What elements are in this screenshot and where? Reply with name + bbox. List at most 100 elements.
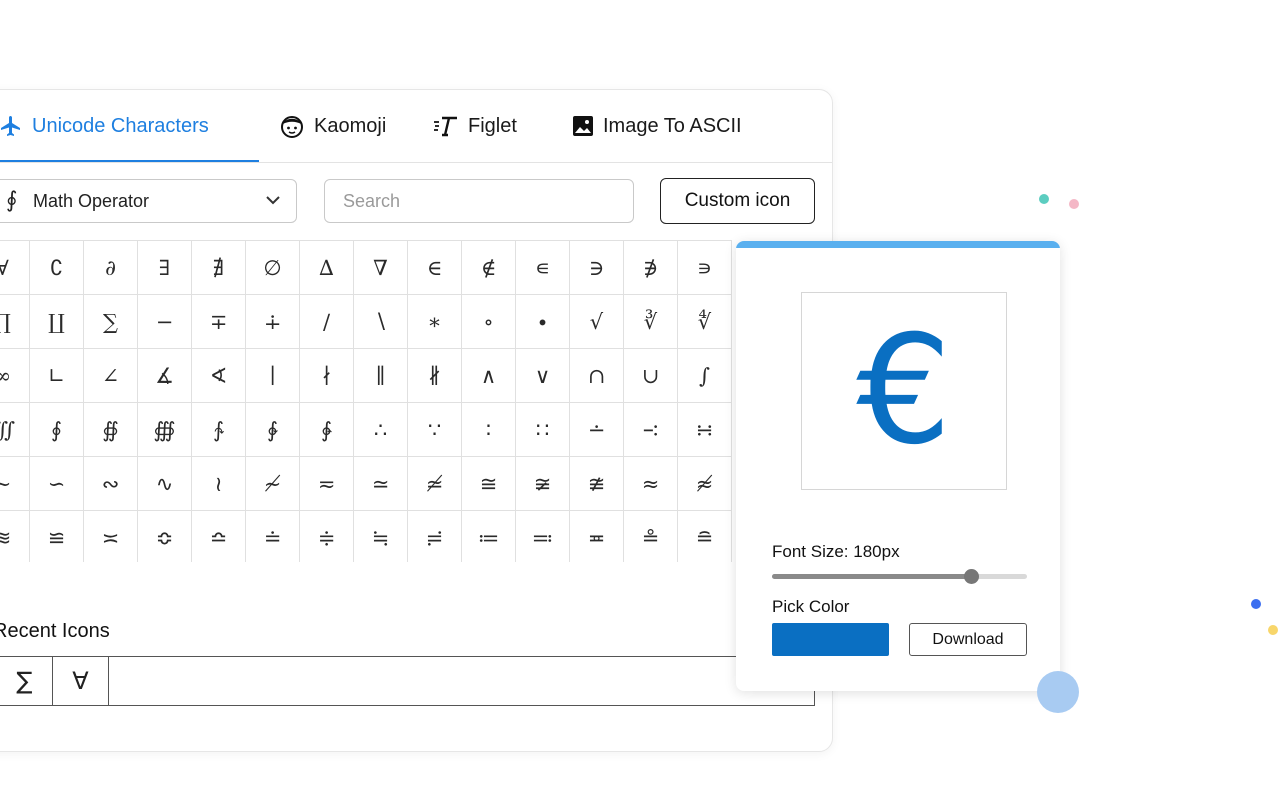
symbol-cell[interactable]: ∯ — [83, 402, 138, 457]
symbol-cell[interactable]: ≒ — [353, 510, 408, 562]
slider-thumb[interactable] — [963, 569, 979, 584]
symbol-cell[interactable]: ≐ — [245, 510, 300, 562]
symbol-cell[interactable]: ∢ — [191, 348, 246, 403]
symbol-cell[interactable]: ∟ — [29, 348, 84, 403]
recent-icon[interactable]: ∑ — [0, 657, 53, 705]
tab-label: Kaomoji — [314, 114, 387, 137]
font-size-slider[interactable] — [772, 569, 1027, 584]
recent-icon[interactable]: ∀ — [53, 657, 109, 705]
symbol-cell[interactable]: ≖ — [569, 510, 624, 562]
symbol-cell[interactable]: ∄ — [191, 240, 246, 295]
symbol-cell[interactable]: ∑ — [83, 294, 138, 349]
symbol-cell[interactable]: ∀ — [0, 240, 30, 295]
symbol-cell[interactable]: ∓ — [191, 294, 246, 349]
symbol-cell[interactable]: ∷ — [515, 402, 570, 457]
symbol-cell[interactable]: ∍ — [677, 240, 732, 295]
symbol-cell[interactable]: ≌ — [29, 510, 84, 562]
symbol-cell[interactable]: ∳ — [299, 402, 354, 457]
category-select[interactable]: ∮ Math Operator — [0, 179, 297, 223]
symbol-cell[interactable]: ≓ — [407, 510, 462, 562]
symbol-cell[interactable]: ∲ — [245, 402, 300, 457]
symbol-table: ∀ ∁ ∂ ∃ ∄ ∅ ∆ ∇ ∈ ∉ ∊ ∋ ∌ ∍ ∏ ∐ ∑ − ∓ ∔ ∕ ∖ ∗ ∘ ∙ √ ∛ ∜ ∞ ∟ ∠ ∡ ∢ ∣ ∤ ∥ ∦ ∧ ∨ ∩… — [0, 240, 732, 562]
symbol-cell[interactable]: ∭ — [0, 402, 30, 457]
symbol-cell[interactable]: ∿ — [137, 456, 192, 511]
decor-dot — [1251, 599, 1261, 609]
symbol-cell[interactable]: ∂ — [83, 240, 138, 295]
symbol-cell[interactable]: ∾ — [83, 456, 138, 511]
symbol-cell[interactable]: ≂ — [299, 456, 354, 511]
symbol-cell[interactable]: ∆ — [299, 240, 354, 295]
symbol-cell[interactable]: ∊ — [515, 240, 570, 295]
symbol-cell[interactable]: ∃ — [137, 240, 192, 295]
symbol-cell[interactable]: ∙ — [515, 294, 570, 349]
symbol-cell[interactable]: ≅ — [461, 456, 516, 511]
symbol-cell[interactable]: ∡ — [137, 348, 192, 403]
symbol-cell[interactable]: ∈ — [407, 240, 462, 295]
symbol-cell[interactable]: ∉ — [461, 240, 516, 295]
symbol-cell[interactable]: ∋ — [569, 240, 624, 295]
symbol-cell[interactable]: ∁ — [29, 240, 84, 295]
symbol-cell[interactable]: ≉ — [677, 456, 732, 511]
symbol-cell[interactable]: ∇ — [353, 240, 408, 295]
symbol-cell[interactable]: ∪ — [623, 348, 678, 403]
symbol-cell[interactable]: √ — [569, 294, 624, 349]
symbol-cell[interactable]: ∶ — [461, 402, 516, 457]
download-button[interactable]: Download — [909, 623, 1027, 656]
symbol-cell[interactable]: ∤ — [299, 348, 354, 403]
symbol-cell[interactable]: ∕ — [299, 294, 354, 349]
tab-figlet[interactable]: Figlet — [433, 90, 517, 162]
symbol-cell[interactable]: ∴ — [353, 402, 408, 457]
tab-kaomoji[interactable]: Kaomoji — [279, 90, 386, 162]
symbol-cell[interactable]: ≔ — [461, 510, 516, 562]
symbol-cell[interactable]: ≃ — [353, 456, 408, 511]
symbol-cell[interactable]: ∞ — [0, 348, 30, 403]
symbol-cell[interactable]: ∫ — [677, 348, 732, 403]
symbol-cell[interactable]: ∵ — [407, 402, 462, 457]
symbol-cell[interactable]: ∠ — [83, 348, 138, 403]
symbol-cell[interactable]: ≎ — [137, 510, 192, 562]
symbol-cell[interactable]: ≗ — [623, 510, 678, 562]
symbol-cell[interactable]: ∩ — [569, 348, 624, 403]
symbol-cell[interactable]: ∧ — [461, 348, 516, 403]
symbol-cell[interactable]: − — [137, 294, 192, 349]
symbol-cell[interactable]: ∣ — [245, 348, 300, 403]
custom-icon-button[interactable]: Custom icon — [660, 178, 815, 224]
symbol-cell[interactable]: ≕ — [515, 510, 570, 562]
symbol-cell[interactable]: ∖ — [353, 294, 408, 349]
symbol-cell[interactable]: ∌ — [623, 240, 678, 295]
symbol-cell[interactable]: ∛ — [623, 294, 678, 349]
symbol-cell[interactable]: ∮ — [29, 402, 84, 457]
tab-image-to-ascii[interactable]: Image To ASCII — [572, 90, 742, 162]
tab-unicode-characters[interactable]: Unicode Characters — [0, 90, 209, 162]
symbol-cell[interactable]: ∹ — [623, 402, 678, 457]
color-picker-swatch[interactable] — [772, 623, 889, 656]
symbol-cell[interactable]: ∦ — [407, 348, 462, 403]
symbol-cell[interactable]: ≏ — [191, 510, 246, 562]
symbol-cell[interactable]: ∨ — [515, 348, 570, 403]
symbol-cell[interactable]: ≇ — [569, 456, 624, 511]
symbol-cell[interactable]: ≄ — [407, 456, 462, 511]
symbol-cell[interactable]: ∺ — [677, 402, 732, 457]
symbol-cell[interactable]: ≋ — [0, 510, 30, 562]
symbol-cell[interactable]: ∥ — [353, 348, 408, 403]
symbol-cell[interactable]: ∜ — [677, 294, 732, 349]
symbol-cell[interactable]: ∔ — [245, 294, 300, 349]
symbol-cell[interactable]: ∸ — [569, 402, 624, 457]
symbol-cell[interactable]: ∅ — [245, 240, 300, 295]
symbol-cell[interactable]: ≈ — [623, 456, 678, 511]
symbol-cell[interactable]: ∏ — [0, 294, 30, 349]
symbol-cell[interactable]: ∱ — [191, 402, 246, 457]
symbol-cell[interactable]: ∗ — [407, 294, 462, 349]
symbol-cell[interactable]: ∼ — [0, 456, 30, 511]
symbol-cell[interactable]: ∽ — [29, 456, 84, 511]
symbol-cell[interactable]: ≍ — [83, 510, 138, 562]
symbol-cell[interactable]: ≀ — [191, 456, 246, 511]
symbol-cell[interactable]: ≘ — [677, 510, 732, 562]
symbol-cell[interactable]: ∰ — [137, 402, 192, 457]
symbol-cell[interactable]: ≆ — [515, 456, 570, 511]
symbol-cell[interactable]: ≁ — [245, 456, 300, 511]
symbol-cell[interactable]: ∘ — [461, 294, 516, 349]
search-input[interactable] — [324, 179, 634, 223]
symbol-cell[interactable]: ≑ — [299, 510, 354, 562]
symbol-cell[interactable]: ∐ — [29, 294, 84, 349]
